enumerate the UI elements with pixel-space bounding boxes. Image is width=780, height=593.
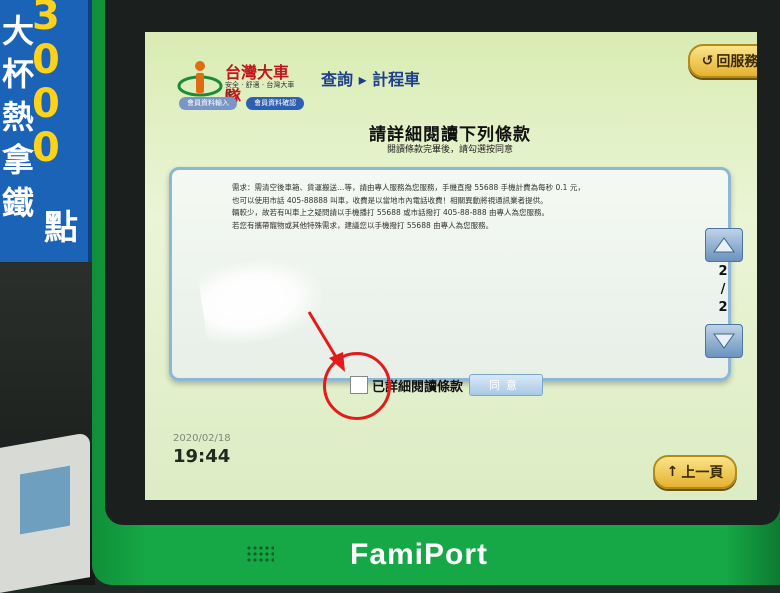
previous-page-button[interactable]: ↑ 上一頁: [653, 455, 737, 489]
terms-panel: 需求：需清空後車箱、貨運搬送…等，請由專人服務為您服務，手機直撥 55688 手…: [169, 167, 731, 381]
terms-line: 需求：需清空後車箱、貨運搬送…等，請由專人服務為您服務，手機直撥 55688 手…: [232, 183, 585, 192]
promo-digit: 0: [32, 125, 60, 171]
time-display: 19:44: [173, 446, 231, 467]
promo-sign: 大 杯 熱 拿 鐵 3 0 0 0 點: [0, 0, 92, 262]
triangle-down-icon: [713, 333, 735, 349]
page-current: 2: [718, 264, 728, 279]
previous-page-label: 上一頁: [681, 465, 724, 481]
page-subtitle: 閱讀條款完畢後，請勾選按同意: [387, 145, 514, 155]
terms-text: 需求：需清空後車箱、貨運搬送…等，請由專人服務為您服務，手機直撥 55688 手…: [232, 182, 702, 232]
back-to-service-label: 回服務: [716, 54, 757, 70]
kiosk-screen: 台灣大車隊 安全 · 舒適 · 台灣大車隊 會員資料輸入 會員資料確認 查詢 ▸…: [145, 32, 757, 500]
progress-steps: 會員資料輸入 會員資料確認: [179, 90, 308, 110]
terms-line: 輛較少，故若有叫車上之疑問請以手機播打 55688 或市話撥打 405-88-8…: [232, 208, 549, 217]
terms-line: 若您有攜帶寵物或其他特殊需求，建議您以手機撥打 55688 由專人為您服務。: [232, 220, 494, 230]
promo-digit: 3: [32, 0, 60, 39]
terms-line: 也可以使用市話 405-88888 叫車，收費是以當地市內電話收費！相關異動將視…: [232, 195, 548, 205]
breadcrumb: 查詢 ▸ 計程車: [321, 70, 421, 89]
promo-digit: 0: [32, 81, 60, 127]
speaker-grille: [246, 545, 274, 563]
promo-char: 鐵: [2, 184, 35, 222]
promo-digit: 0: [32, 37, 60, 83]
page-indicator: 2 / 2: [703, 263, 743, 321]
page-total: 2: [718, 300, 728, 315]
annotation-arrow-icon: [307, 311, 345, 372]
step-member-confirm: 會員資料確認: [246, 97, 305, 110]
promo-points-digits: 3 0 0 0: [32, 0, 68, 170]
return-icon: ↺: [701, 53, 714, 69]
promo-points-label: 點: [44, 208, 78, 248]
scroll-down-button[interactable]: [705, 324, 743, 358]
back-to-service-button[interactable]: ↺ 回服務: [688, 44, 757, 78]
agree-button[interactable]: 同意: [469, 374, 544, 396]
date-display: 2020/02/18: [173, 433, 231, 444]
famiport-logo: FamiPort: [350, 538, 489, 571]
page-separator: /: [720, 282, 726, 297]
arrow-up-icon: ↑: [666, 464, 679, 480]
card-reader: [0, 432, 90, 593]
step-member-input: 會員資料輸入: [179, 97, 237, 110]
scroll-up-button[interactable]: [705, 228, 743, 262]
triangle-up-icon: [713, 237, 735, 253]
